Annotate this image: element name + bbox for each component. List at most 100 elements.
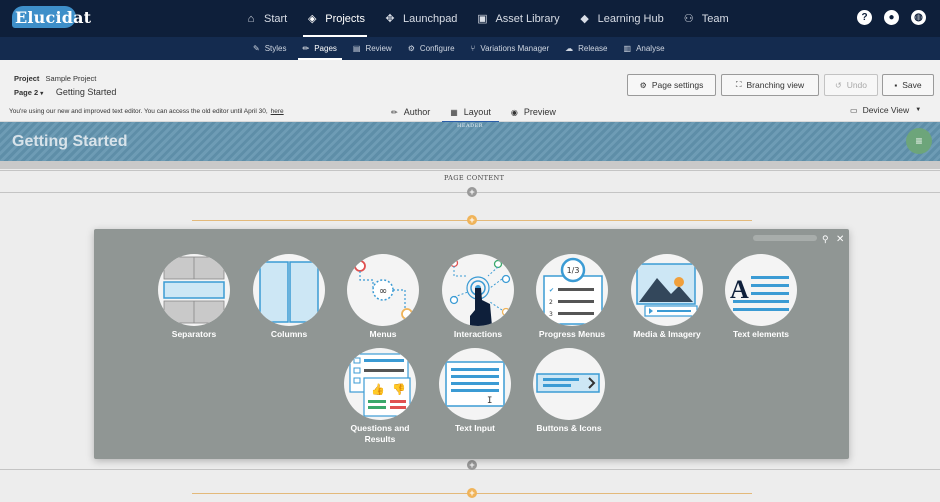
globe-icon[interactable]: ◍ — [911, 10, 926, 25]
variations-icon: ⑂ — [470, 44, 476, 53]
tile-media-imagery[interactable]: Media & Imagery — [622, 254, 712, 340]
tile-separators[interactable]: Separators — [149, 254, 239, 340]
tile-label: Separators — [171, 329, 217, 339]
top-nav: Elucidat ⌂ Start ◈ Projects ✥ Launchpad … — [0, 0, 940, 37]
tile-buttons-and-icons[interactable]: Buttons & Icons — [524, 348, 614, 434]
save-button[interactable]: ▪ Save — [882, 74, 934, 96]
cloud-upload-icon: ☁ — [565, 44, 574, 53]
progress-menus-icon: 1/3 ✔ 2 3 — [536, 254, 608, 326]
project-name[interactable]: Sample Project — [46, 74, 97, 83]
svg-text:∞: ∞ — [379, 286, 387, 297]
tile-text-input[interactable]: I Text Input — [430, 348, 520, 434]
gear-icon: ⚙ — [639, 80, 647, 90]
sub-nav-analyse[interactable]: ▥ Analyse — [617, 37, 672, 60]
tile-questions-and-results[interactable]: 👍 👎 Questions and Results — [335, 348, 425, 445]
page-title: Getting Started — [55, 87, 117, 97]
top-icons: ? ● ◍ — [857, 10, 926, 25]
button-label: Undo — [846, 80, 868, 90]
sub-nav-review[interactable]: ▤ Review — [346, 37, 399, 60]
tab-layout[interactable]: ▦ Layout — [442, 102, 499, 123]
add-section-button[interactable]: + — [467, 187, 477, 197]
tab-author[interactable]: ✏ Author — [383, 102, 438, 122]
tile-label: Menus — [369, 329, 397, 339]
nav-item-label: Launchpad — [402, 12, 458, 25]
panel-search-input[interactable] — [753, 235, 817, 241]
chevron-down-icon: ▼ — [915, 107, 922, 113]
nav-item-label: Start — [264, 12, 288, 25]
project-label: Project — [14, 74, 40, 83]
help-icon[interactable]: ? — [857, 10, 872, 25]
nav-item-label: Learning Hub — [597, 12, 664, 25]
hamburger-menu-icon[interactable]: ≡ — [906, 128, 932, 154]
elucidat-logo[interactable]: Elucidat — [12, 6, 91, 30]
nav-item-label: Asset Library — [495, 12, 560, 25]
project-breadcrumb: Project Sample Project — [14, 74, 96, 83]
user-icon[interactable]: ● — [884, 10, 899, 25]
sub-nav-release[interactable]: ☁ Release — [558, 37, 614, 60]
gear-icon: ⚙ — [407, 44, 415, 53]
notice-link[interactable]: here — [271, 108, 284, 115]
svg-text:👎: 👎 — [392, 383, 406, 396]
content-top-band — [0, 161, 940, 169]
nav-item-asset-library[interactable]: ▣ Asset Library — [467, 0, 567, 37]
divider — [0, 170, 940, 171]
header-label: HEADER — [457, 123, 484, 129]
bar-chart-icon: ▥ — [623, 44, 632, 53]
nav-item-team[interactable]: ⚇ Team — [674, 0, 737, 37]
header-banner[interactable]: HEADER Getting Started — [0, 122, 940, 161]
button-label: Page settings — [651, 80, 704, 90]
button-label: Branching view — [746, 80, 805, 90]
tile-label: Columns — [270, 329, 308, 339]
sub-nav-label: Release — [578, 44, 608, 53]
svg-text:👍: 👍 — [371, 383, 385, 396]
nav-item-learning-hub[interactable]: ◆ Learning Hub — [570, 0, 672, 37]
project-bar: Project Sample Project Page 2 ▾ Getting … — [0, 60, 940, 123]
progress-fraction: 1/3 — [567, 266, 580, 275]
logo-text: Elucidat — [15, 8, 92, 27]
banner-title: Getting Started — [12, 133, 128, 150]
svg-text:✔: ✔ — [549, 287, 554, 294]
tile-label: Media & Imagery — [633, 329, 701, 339]
page-settings-button[interactable]: ⚙ Page settings — [627, 74, 716, 96]
questions-and-results-icon: 👍 👎 — [344, 348, 416, 420]
tab-label: Author — [403, 107, 431, 117]
tile-text-elements[interactable]: A Text elements — [716, 254, 806, 340]
menus-icon: ∞ — [347, 254, 419, 326]
text-elements-icon: A — [725, 254, 797, 326]
text-input-icon: I — [439, 348, 511, 420]
tile-interactions[interactable]: Interactions — [433, 254, 523, 340]
tab-preview[interactable]: ◉ Preview — [503, 102, 564, 122]
tile-label: Questions and Results — [350, 423, 410, 444]
sub-nav-label: Analyse — [636, 44, 665, 53]
nav-item-launchpad[interactable]: ✥ Launchpad — [375, 0, 465, 37]
sub-nav-label: Configure — [419, 44, 455, 53]
close-icon[interactable]: ✕ — [836, 234, 844, 245]
search-icon[interactable]: ⚲ — [822, 234, 829, 245]
device-view-label: Device View — [862, 105, 910, 115]
page-selector[interactable]: Page 2 ▾ — [14, 88, 43, 97]
page-content-label: PAGE CONTENT — [444, 174, 505, 182]
branching-view-button[interactable]: ⛶ Branching view — [721, 74, 819, 96]
sub-nav-label: Pages — [314, 44, 337, 53]
nav-item-start[interactable]: ⌂ Start — [236, 0, 295, 37]
page-label: Page 2 — [14, 88, 39, 97]
sub-nav-pages[interactable]: ✏ Pages — [296, 37, 344, 60]
sub-nav-styles[interactable]: ✎ Styles — [246, 37, 294, 60]
device-view-selector[interactable]: ▭ Device View ▼ — [850, 105, 921, 115]
sub-nav-configure[interactable]: ⚙ Configure — [401, 37, 462, 60]
svg-text:I: I — [487, 396, 492, 406]
mode-tabs: ✏ Author ▦ Layout ◉ Preview — [383, 102, 568, 123]
nav-item-projects[interactable]: ◈ Projects — [297, 0, 373, 37]
tile-menus[interactable]: ∞ Menus — [338, 254, 428, 340]
floppy-icon: ▪ — [894, 80, 898, 90]
tile-progress-menus[interactable]: 1/3 ✔ 2 3 Progress Menus — [527, 254, 617, 340]
add-block-button[interactable]: + — [467, 215, 477, 225]
tile-columns[interactable]: Columns — [244, 254, 334, 340]
sub-nav-variations-manager[interactable]: ⑂ Variations Manager — [464, 37, 557, 60]
add-section-button[interactable]: + — [467, 460, 477, 470]
chevron-down-icon: ▾ — [40, 91, 44, 97]
pencil-icon: ✏ — [302, 44, 310, 53]
add-block-button[interactable]: + — [467, 488, 477, 498]
media-imagery-icon — [631, 254, 703, 326]
undo-button[interactable]: ↺ Undo — [824, 74, 878, 96]
